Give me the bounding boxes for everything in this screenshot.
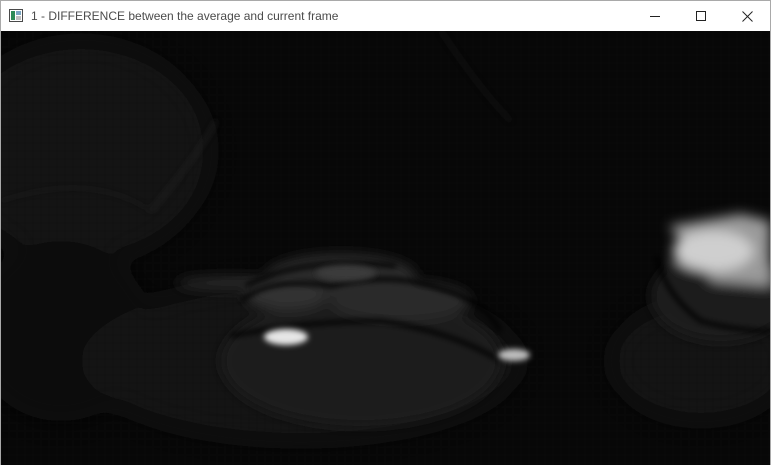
- minimize-button[interactable]: [632, 1, 678, 31]
- maximize-button[interactable]: [678, 1, 724, 31]
- title-bar[interactable]: 1 - DIFFERENCE between the average and c…: [1, 1, 770, 31]
- close-button[interactable]: [724, 1, 770, 31]
- difference-frame-image: [1, 31, 770, 465]
- window-title: 1 - DIFFERENCE between the average and c…: [31, 9, 339, 23]
- maximize-icon: [696, 11, 706, 21]
- app-window: 1 - DIFFERENCE between the average and c…: [0, 0, 771, 465]
- close-icon: [741, 10, 753, 22]
- app-window-icon: [9, 9, 23, 22]
- minimize-icon: [650, 11, 660, 21]
